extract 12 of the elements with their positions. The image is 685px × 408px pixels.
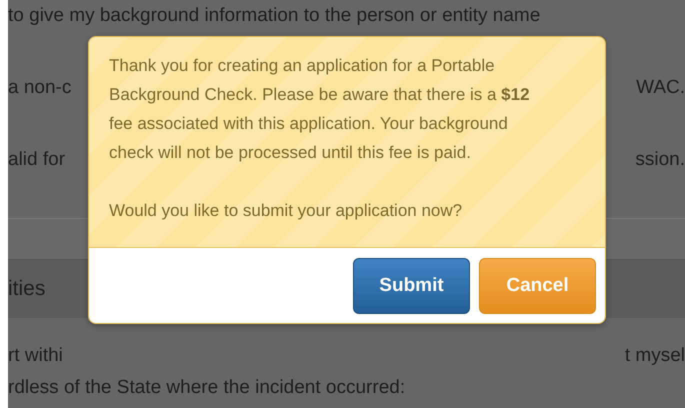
background-text: rt withi bbox=[8, 345, 63, 367]
background-text: alid for bbox=[8, 149, 66, 171]
background-text: WAC. bbox=[636, 77, 685, 99]
dialog-message: Thank you for creating an application for a Portable Background Check. Please be aware that there is a $12 fee associated with this application. Your background check will not be processed until this fee is paid. bbox=[109, 55, 531, 164]
background-text: a non-c bbox=[8, 77, 72, 99]
submit-button[interactable]: Submit bbox=[353, 258, 470, 314]
section-heading: ities bbox=[8, 277, 46, 301]
dialog-question: Would you like to submit your application now? bbox=[109, 200, 464, 222]
background-text: ssion. bbox=[635, 149, 685, 171]
background-text: t mysel bbox=[624, 345, 685, 367]
background-text: rdless of the State where the incident occurred: bbox=[8, 377, 406, 399]
background-text: to give my background information to the person or entity name bbox=[8, 5, 540, 27]
